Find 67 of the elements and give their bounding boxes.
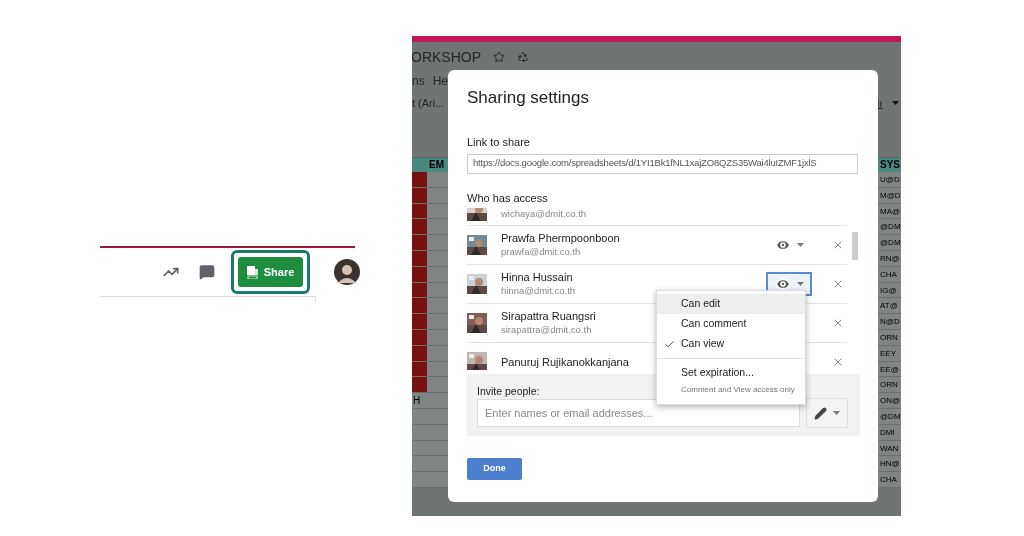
table-cell-text: HN@ — [880, 458, 901, 471]
share-button[interactable]: Share — [238, 257, 303, 287]
table-cell-text: U@D — [880, 174, 901, 186]
person-email: prawfa@dmit.co.th — [501, 245, 582, 259]
table-cell-text: ON@ — [880, 395, 901, 408]
table-cell-text: ORN — [880, 379, 899, 392]
table-cell-text: @DM — [880, 410, 901, 423]
table-cell-text: MA@ — [880, 205, 901, 218]
menu-option[interactable]: Set expiration... — [657, 363, 805, 383]
section-label: Who has access — [467, 190, 549, 206]
done-button[interactable]: Done — [467, 458, 522, 480]
menu-option[interactable]: Can view — [657, 334, 805, 354]
table-cell-text: @DM — [880, 221, 901, 234]
remove-icon[interactable] — [832, 239, 844, 251]
dialog-title: Sharing settings — [467, 87, 590, 109]
avatar[interactable] — [334, 259, 360, 285]
star-icon[interactable] — [493, 51, 505, 63]
pencil-icon — [814, 406, 827, 420]
table-cell-text: RN@ — [880, 253, 901, 265]
field-label: Link to share — [467, 135, 531, 150]
role-button[interactable] — [806, 398, 848, 428]
person-email: sirapattra@dmit.co.th — [501, 323, 593, 337]
sheet-icon — [246, 265, 258, 279]
person-email: wichaya@dmit.co.th — [501, 208, 587, 221]
scrollbar[interactable] — [852, 232, 858, 260]
invite-field[interactable]: Enter names or email addresses... — [477, 399, 800, 427]
person-name: Panuruj Rujikanokkanjana — [501, 355, 629, 369]
table-cell-text: CHA — [880, 268, 898, 281]
recycle-icon[interactable] — [517, 51, 529, 63]
filled-cell — [412, 377, 427, 393]
column-header: EM — [428, 158, 444, 172]
caret-icon — [833, 411, 840, 415]
person-name: Prawfa Phermpoonboon — [501, 231, 620, 245]
column-header: SYS — [880, 158, 901, 172]
person-name: Hinna Hussain — [501, 270, 574, 284]
person-email: hinna@dmit.co.th — [501, 284, 576, 298]
comment-icon[interactable] — [199, 264, 215, 280]
table-cell: H — [413, 395, 421, 407]
remove-icon[interactable] — [832, 356, 844, 368]
table-cell-text: EE@ — [880, 363, 900, 376]
link-field[interactable]: https://docs.google.com/spreadsheets/d/1YI1Bk1fNL1xajZO8QZS35Wai4luIZMF1jxlS — [467, 153, 858, 174]
remove-icon[interactable] — [832, 278, 844, 290]
table-cell-text: DMI — [880, 426, 896, 439]
field-label: Invite people: — [477, 384, 540, 398]
table-cell-text: N@D — [880, 316, 901, 329]
table-cell-text: EEY — [880, 347, 897, 360]
filled-cell — [412, 235, 427, 250]
filled-cell — [412, 314, 427, 329]
caret-icon — [892, 101, 899, 105]
menu-option[interactable]: Can edit — [657, 294, 805, 314]
document-title: ORKSHOP — [412, 47, 481, 67]
caret-icon — [796, 243, 804, 247]
filled-cell — [412, 172, 427, 187]
table-cell-text: WAN — [880, 442, 900, 455]
filled-cell — [412, 219, 427, 235]
table-cell-text: ORN — [880, 331, 899, 344]
table-cell-text: M@D — [880, 189, 901, 202]
table-cell-text: IG@ — [880, 284, 898, 297]
table-cell-text: @DM — [880, 237, 901, 250]
table-cell-text: AT@ — [880, 300, 899, 313]
person-name: Sirapattra Ruangsri — [501, 309, 596, 323]
menu-option[interactable]: Can comment — [657, 314, 805, 334]
filled-cell — [412, 298, 427, 314]
menu-note: Comment and View access only — [680, 384, 796, 396]
table-cell-text: CHA — [880, 474, 898, 487]
check-icon — [663, 338, 675, 350]
remove-icon[interactable] — [832, 317, 844, 329]
